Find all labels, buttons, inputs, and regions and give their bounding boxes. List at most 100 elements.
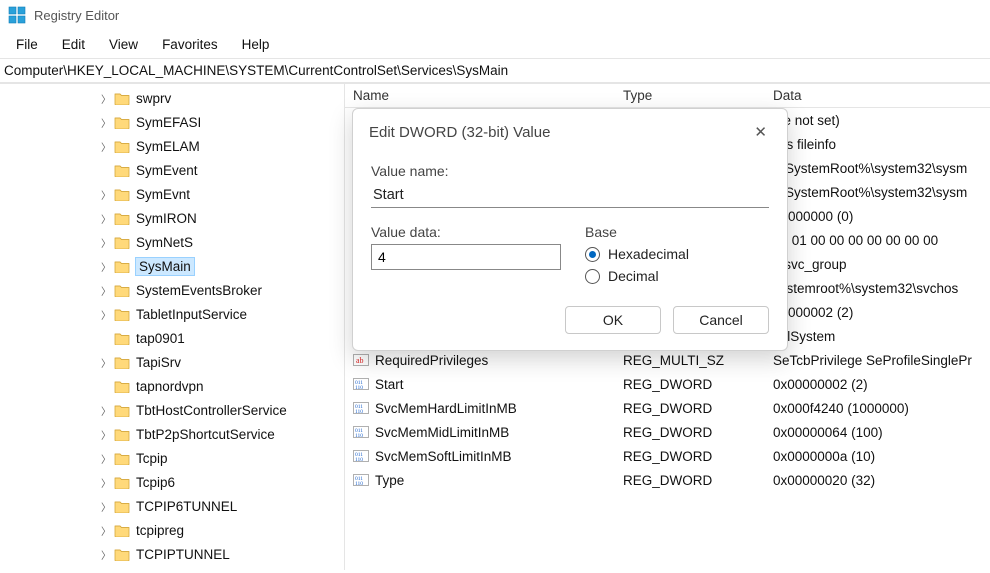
chevron-right-icon[interactable]: 〉 [100,115,112,130]
list-row[interactable]: 011110SvcMemSoftLimitInMBREG_DWORD0x0000… [345,444,990,468]
tree-item-symelam[interactable]: 〉 SymELAM [0,134,344,158]
cell-data: 00000002 (2) [765,305,990,320]
value-name: SvcMemMidLimitInMB [375,425,509,440]
cancel-button[interactable]: Cancel [673,306,769,334]
chevron-right-icon[interactable]: 〉 [100,139,112,154]
window-title: Registry Editor [34,8,119,23]
tree-item-symefasi[interactable]: 〉SymEFASI [0,110,344,134]
value-data-label: Value data: [371,224,561,240]
chevron-right-icon[interactable]: 〉 [100,187,112,202]
tree-item-tabletinputservice[interactable]: 〉 TabletInputService [0,302,344,326]
cell-name: 011110SvcMemMidLimitInMB [345,424,615,440]
menu-favorites[interactable]: Favorites [150,33,230,56]
list-row[interactable]: 011110StartREG_DWORD0x00000002 (2) [345,372,990,396]
tree-item-tbtp2pshortcutservice[interactable]: 〉TbtP2pShortcutService [0,422,344,446]
cell-type: REG_DWORD [615,473,765,488]
menu-edit[interactable]: Edit [50,33,97,56]
cell-data: 51 01 00 00 00 00 00 00 00 [765,233,990,248]
list-row[interactable]: 011110SvcMemMidLimitInMBREG_DWORD0x00000… [345,420,990,444]
cell-type: REG_DWORD [615,425,765,440]
dword-value-icon: 011110 [353,376,369,392]
cell-data: %SystemRoot%\system32\sysm [765,161,990,176]
tree-item-label: tcpipreg [136,523,184,538]
address-path: Computer\HKEY_LOCAL_MACHINE\SYSTEM\Curre… [4,63,508,78]
radio-dec-indicator [585,269,600,284]
chevron-right-icon[interactable]: 〉 [100,403,112,418]
cell-data: 0x000f4240 (1000000) [765,401,990,416]
value-name-field[interactable]: Start [371,181,769,208]
radio-decimal[interactable]: Decimal [585,268,769,284]
list-header: Name Type Data [345,84,990,108]
tree-item-tcpip[interactable]: 〉Tcpip [0,446,344,470]
cell-type: REG_DWORD [615,449,765,464]
tree-item-tcpiptunnel[interactable]: 〉TCPIPTUNNEL [0,542,344,566]
tree-item-symevent[interactable]: SymEvent [0,158,344,182]
svg-text:110: 110 [355,385,363,391]
svg-text:110: 110 [355,433,363,439]
tree-item-tap0901[interactable]: tap0901 [0,326,344,350]
chevron-right-icon[interactable]: 〉 [100,355,112,370]
tree-item-tapnordvpn[interactable]: tapnordvpn [0,374,344,398]
chevron-right-icon[interactable]: 〉 [100,523,112,538]
titlebar: Registry Editor [0,0,990,30]
value-name: SvcMemSoftLimitInMB [375,449,512,464]
column-header-data[interactable]: Data [765,88,990,103]
chevron-right-icon[interactable]: 〉 [100,259,112,274]
tree-item-tbthostcontrollerservice[interactable]: 〉TbtHostControllerService [0,398,344,422]
folder-icon [114,547,130,561]
ok-button[interactable]: OK [565,306,661,334]
cell-data: lue not set) [765,113,990,128]
dword-value-icon: 011110 [353,400,369,416]
base-label: Base [585,224,769,240]
value-data-input[interactable] [371,244,561,270]
tree-item-tapisrv[interactable]: 〉TapiSrv [0,350,344,374]
chevron-right-icon[interactable]: 〉 [100,475,112,490]
chevron-right-icon[interactable]: 〉 [100,451,112,466]
tree-item-swprv[interactable]: 〉swprv [0,86,344,110]
column-header-type[interactable]: Type [615,88,765,103]
list-row[interactable]: abRequiredPrivilegesREG_MULTI_SZSeTcbPri… [345,348,990,372]
tree-item-tdx[interactable]: 〉tdx [0,566,344,570]
chevron-right-icon[interactable]: 〉 [100,211,112,226]
tree-item-label: tapnordvpn [136,379,204,394]
tree-item-tcpipreg[interactable]: 〉 tcpipreg [0,518,344,542]
cell-data: ofsvc_group [765,257,990,272]
menu-file[interactable]: File [4,33,50,56]
tree-item-symiron[interactable]: 〉SymIRON [0,206,344,230]
tree-item-label: SymEvent [136,163,198,178]
chevron-right-icon[interactable]: 〉 [100,427,112,442]
chevron-right-icon[interactable]: 〉 [100,307,112,322]
tree-item-symnets[interactable]: 〉SymNetS [0,230,344,254]
cell-name: abRequiredPrivileges [345,352,615,368]
tree-item-systemeventsbroker[interactable]: 〉 SystemEventsBroker [0,278,344,302]
tree-item-tcpip6tunnel[interactable]: 〉TCPIP6TUNNEL [0,494,344,518]
tree-item-sysmain[interactable]: 〉SysMain [0,254,344,278]
chevron-right-icon[interactable]: 〉 [100,547,112,562]
list-row[interactable]: 011110SvcMemHardLimitInMBREG_DWORD0x000f… [345,396,990,420]
tree-item-symevnt[interactable]: 〉SymEvnt [0,182,344,206]
chevron-right-icon[interactable]: 〉 [100,235,112,250]
value-name: Start [375,377,404,392]
address-bar[interactable]: Computer\HKEY_LOCAL_MACHINE\SYSTEM\Curre… [0,58,990,83]
menu-view[interactable]: View [97,33,150,56]
column-header-name[interactable]: Name [345,88,615,103]
folder-icon [114,331,130,345]
chevron-right-icon[interactable]: 〉 [100,91,112,106]
radio-hexadecimal[interactable]: Hexadecimal [585,246,769,262]
tree-item-label: TabletInputService [136,307,247,322]
list-row[interactable]: 011110TypeREG_DWORD0x00000020 (32) [345,468,990,492]
tree-item-tcpip6[interactable]: 〉Tcpip6 [0,470,344,494]
folder-icon [114,451,130,465]
tree-item-label: SystemEventsBroker [136,283,262,298]
chevron-right-icon[interactable]: 〉 [100,283,112,298]
tree-pane[interactable]: 〉swprv〉SymEFASI〉SymELAMSymEvent〉SymEvnt〉… [0,84,345,570]
tree-item-label: SymELAM [136,139,200,154]
cell-name: 011110 Start [345,376,615,392]
close-icon[interactable]: ✕ [750,119,771,145]
folder-icon [114,307,130,321]
menu-help[interactable]: Help [230,33,282,56]
string-value-icon: ab [353,352,369,368]
folder-icon [114,211,130,225]
svg-text:110: 110 [355,409,363,415]
chevron-right-icon[interactable]: 〉 [100,499,112,514]
